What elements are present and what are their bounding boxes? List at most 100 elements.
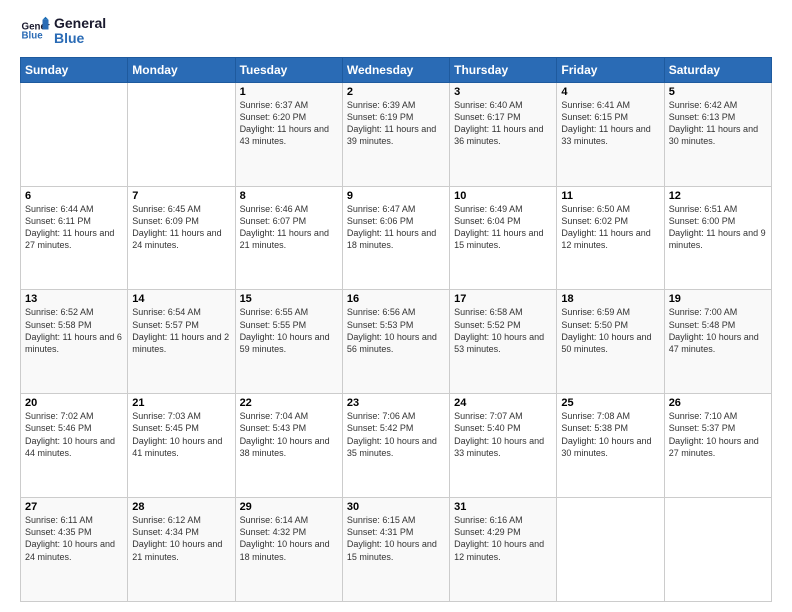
calendar-day-21: 21Sunrise: 7:03 AM Sunset: 5:45 PM Dayli… — [128, 394, 235, 498]
calendar-day-30: 30Sunrise: 6:15 AM Sunset: 4:31 PM Dayli… — [342, 498, 449, 602]
day-info: Sunrise: 6:45 AM Sunset: 6:09 PM Dayligh… — [132, 203, 230, 252]
day-info: Sunrise: 7:10 AM Sunset: 5:37 PM Dayligh… — [669, 410, 767, 459]
calendar-day-11: 11Sunrise: 6:50 AM Sunset: 6:02 PM Dayli… — [557, 186, 664, 290]
day-header-sunday: Sunday — [21, 57, 128, 82]
day-number: 1 — [240, 86, 338, 98]
day-header-thursday: Thursday — [450, 57, 557, 82]
header: General Blue General Blue — [20, 16, 772, 47]
calendar-day-31: 31Sunrise: 6:16 AM Sunset: 4:29 PM Dayli… — [450, 498, 557, 602]
calendar-day-9: 9Sunrise: 6:47 AM Sunset: 6:06 PM Daylig… — [342, 186, 449, 290]
calendar-day-15: 15Sunrise: 6:55 AM Sunset: 5:55 PM Dayli… — [235, 290, 342, 394]
calendar-day-28: 28Sunrise: 6:12 AM Sunset: 4:34 PM Dayli… — [128, 498, 235, 602]
day-number: 27 — [25, 501, 123, 513]
calendar-day-12: 12Sunrise: 6:51 AM Sunset: 6:00 PM Dayli… — [664, 186, 771, 290]
day-number: 29 — [240, 501, 338, 513]
calendar-empty-cell — [128, 82, 235, 186]
day-header-friday: Friday — [557, 57, 664, 82]
calendar-empty-cell — [664, 498, 771, 602]
svg-text:Blue: Blue — [22, 31, 44, 42]
day-number: 20 — [25, 397, 123, 409]
day-info: Sunrise: 6:56 AM Sunset: 5:53 PM Dayligh… — [347, 306, 445, 355]
calendar-table: SundayMondayTuesdayWednesdayThursdayFrid… — [20, 57, 772, 602]
calendar-day-6: 6Sunrise: 6:44 AM Sunset: 6:11 PM Daylig… — [21, 186, 128, 290]
day-number: 18 — [561, 293, 659, 305]
calendar-day-18: 18Sunrise: 6:59 AM Sunset: 5:50 PM Dayli… — [557, 290, 664, 394]
day-number: 21 — [132, 397, 230, 409]
day-number: 17 — [454, 293, 552, 305]
calendar-day-5: 5Sunrise: 6:42 AM Sunset: 6:13 PM Daylig… — [664, 82, 771, 186]
day-number: 19 — [669, 293, 767, 305]
day-number: 31 — [454, 501, 552, 513]
day-info: Sunrise: 6:51 AM Sunset: 6:00 PM Dayligh… — [669, 203, 767, 252]
calendar-day-19: 19Sunrise: 7:00 AM Sunset: 5:48 PM Dayli… — [664, 290, 771, 394]
day-number: 14 — [132, 293, 230, 305]
day-header-wednesday: Wednesday — [342, 57, 449, 82]
day-number: 7 — [132, 190, 230, 202]
calendar-day-1: 1Sunrise: 6:37 AM Sunset: 6:20 PM Daylig… — [235, 82, 342, 186]
day-info: Sunrise: 7:00 AM Sunset: 5:48 PM Dayligh… — [669, 306, 767, 355]
calendar-week-row: 20Sunrise: 7:02 AM Sunset: 5:46 PM Dayli… — [21, 394, 772, 498]
day-info: Sunrise: 6:59 AM Sunset: 5:50 PM Dayligh… — [561, 306, 659, 355]
logo-icon: General Blue — [20, 16, 50, 46]
logo-general: General — [54, 16, 106, 31]
calendar-day-29: 29Sunrise: 6:14 AM Sunset: 4:32 PM Dayli… — [235, 498, 342, 602]
day-info: Sunrise: 6:46 AM Sunset: 6:07 PM Dayligh… — [240, 203, 338, 252]
day-info: Sunrise: 7:04 AM Sunset: 5:43 PM Dayligh… — [240, 410, 338, 459]
day-number: 5 — [669, 86, 767, 98]
day-info: Sunrise: 6:58 AM Sunset: 5:52 PM Dayligh… — [454, 306, 552, 355]
calendar-day-27: 27Sunrise: 6:11 AM Sunset: 4:35 PM Dayli… — [21, 498, 128, 602]
calendar-day-24: 24Sunrise: 7:07 AM Sunset: 5:40 PM Dayli… — [450, 394, 557, 498]
day-number: 2 — [347, 86, 445, 98]
day-number: 23 — [347, 397, 445, 409]
calendar-day-10: 10Sunrise: 6:49 AM Sunset: 6:04 PM Dayli… — [450, 186, 557, 290]
day-number: 30 — [347, 501, 445, 513]
calendar-day-20: 20Sunrise: 7:02 AM Sunset: 5:46 PM Dayli… — [21, 394, 128, 498]
calendar-day-3: 3Sunrise: 6:40 AM Sunset: 6:17 PM Daylig… — [450, 82, 557, 186]
calendar-empty-cell — [21, 82, 128, 186]
calendar-day-23: 23Sunrise: 7:06 AM Sunset: 5:42 PM Dayli… — [342, 394, 449, 498]
day-number: 9 — [347, 190, 445, 202]
calendar-day-4: 4Sunrise: 6:41 AM Sunset: 6:15 PM Daylig… — [557, 82, 664, 186]
calendar-day-16: 16Sunrise: 6:56 AM Sunset: 5:53 PM Dayli… — [342, 290, 449, 394]
day-number: 28 — [132, 501, 230, 513]
day-number: 13 — [25, 293, 123, 305]
day-header-monday: Monday — [128, 57, 235, 82]
calendar-day-26: 26Sunrise: 7:10 AM Sunset: 5:37 PM Dayli… — [664, 394, 771, 498]
day-number: 26 — [669, 397, 767, 409]
calendar-day-17: 17Sunrise: 6:58 AM Sunset: 5:52 PM Dayli… — [450, 290, 557, 394]
day-info: Sunrise: 6:55 AM Sunset: 5:55 PM Dayligh… — [240, 306, 338, 355]
day-info: Sunrise: 6:37 AM Sunset: 6:20 PM Dayligh… — [240, 99, 338, 148]
day-number: 10 — [454, 190, 552, 202]
day-info: Sunrise: 7:07 AM Sunset: 5:40 PM Dayligh… — [454, 410, 552, 459]
day-number: 4 — [561, 86, 659, 98]
calendar-week-row: 1Sunrise: 6:37 AM Sunset: 6:20 PM Daylig… — [21, 82, 772, 186]
day-info: Sunrise: 6:44 AM Sunset: 6:11 PM Dayligh… — [25, 203, 123, 252]
day-info: Sunrise: 6:50 AM Sunset: 6:02 PM Dayligh… — [561, 203, 659, 252]
day-number: 25 — [561, 397, 659, 409]
day-number: 12 — [669, 190, 767, 202]
calendar-day-2: 2Sunrise: 6:39 AM Sunset: 6:19 PM Daylig… — [342, 82, 449, 186]
calendar-day-14: 14Sunrise: 6:54 AM Sunset: 5:57 PM Dayli… — [128, 290, 235, 394]
day-number: 3 — [454, 86, 552, 98]
day-number: 24 — [454, 397, 552, 409]
day-info: Sunrise: 7:02 AM Sunset: 5:46 PM Dayligh… — [25, 410, 123, 459]
logo: General Blue General Blue — [20, 16, 106, 47]
day-info: Sunrise: 6:14 AM Sunset: 4:32 PM Dayligh… — [240, 514, 338, 563]
day-info: Sunrise: 6:16 AM Sunset: 4:29 PM Dayligh… — [454, 514, 552, 563]
day-info: Sunrise: 7:03 AM Sunset: 5:45 PM Dayligh… — [132, 410, 230, 459]
calendar-week-row: 27Sunrise: 6:11 AM Sunset: 4:35 PM Dayli… — [21, 498, 772, 602]
day-info: Sunrise: 6:42 AM Sunset: 6:13 PM Dayligh… — [669, 99, 767, 148]
day-info: Sunrise: 7:08 AM Sunset: 5:38 PM Dayligh… — [561, 410, 659, 459]
day-info: Sunrise: 7:06 AM Sunset: 5:42 PM Dayligh… — [347, 410, 445, 459]
day-number: 22 — [240, 397, 338, 409]
day-info: Sunrise: 6:54 AM Sunset: 5:57 PM Dayligh… — [132, 306, 230, 355]
day-info: Sunrise: 6:15 AM Sunset: 4:31 PM Dayligh… — [347, 514, 445, 563]
calendar-week-row: 6Sunrise: 6:44 AM Sunset: 6:11 PM Daylig… — [21, 186, 772, 290]
day-info: Sunrise: 6:47 AM Sunset: 6:06 PM Dayligh… — [347, 203, 445, 252]
day-info: Sunrise: 6:49 AM Sunset: 6:04 PM Dayligh… — [454, 203, 552, 252]
day-number: 6 — [25, 190, 123, 202]
calendar-empty-cell — [557, 498, 664, 602]
calendar-header-row: SundayMondayTuesdayWednesdayThursdayFrid… — [21, 57, 772, 82]
calendar-day-7: 7Sunrise: 6:45 AM Sunset: 6:09 PM Daylig… — [128, 186, 235, 290]
day-number: 8 — [240, 190, 338, 202]
